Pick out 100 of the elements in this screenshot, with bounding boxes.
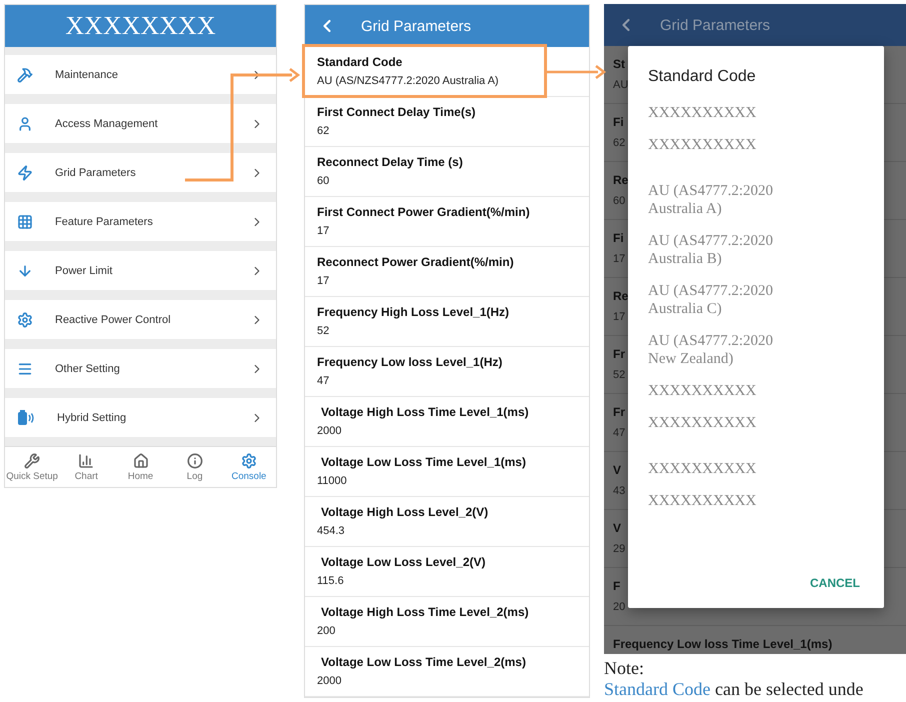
- parameter-row[interactable]: Voltage High Loss Time Level_1(ms) 2000: [305, 397, 589, 447]
- parameter-label: Fi: [613, 230, 624, 246]
- parameter-label: Re: [613, 288, 628, 304]
- bar-chart-icon: [78, 452, 94, 468]
- dialog-option[interactable]: AU (AS4777.2:2020 Australia B): [648, 232, 798, 268]
- info-icon: [186, 452, 203, 468]
- parameter-value: 60: [613, 194, 626, 209]
- home-icon: [132, 452, 148, 468]
- menu-item[interactable]: Grid Parameters: [5, 153, 276, 192]
- nav-tab[interactable]: Quick Setup: [5, 447, 60, 487]
- menu-label: Grid Parameters: [55, 166, 137, 178]
- parameter-row[interactable]: Frequency High Loss Level_1(Hz) 52: [305, 297, 589, 347]
- parameter-label: V: [613, 520, 622, 536]
- cancel-button[interactable]: CANCEL: [806, 570, 864, 596]
- parameter-value: 2000: [317, 424, 342, 439]
- parameter-label: Reconnect Delay Time (s): [317, 154, 464, 170]
- grid-icon: [17, 214, 33, 230]
- hammer-icon: [17, 66, 33, 82]
- nav-tab[interactable]: Home: [113, 447, 168, 487]
- menu-label: Access Management: [55, 118, 159, 130]
- parameter-label: Voltage High Loss Level_2(V): [320, 504, 490, 520]
- note-text: Standard Code can be selected unde: [604, 678, 864, 700]
- parameter-value: 52: [317, 324, 330, 339]
- nav-label: Home: [128, 470, 154, 482]
- menu-item[interactable]: Other Setting: [5, 349, 276, 388]
- nav-tab[interactable]: Console: [222, 447, 276, 487]
- parameter-value: 17: [317, 224, 330, 239]
- parameter-row[interactable]: First Connect Delay Time(s) 62: [305, 97, 589, 147]
- screen-title: Grid Parameters: [361, 18, 472, 34]
- dialog-option[interactable]: AU (AS4777.2:2020 New Zealand): [648, 332, 798, 368]
- gear-icon: [240, 452, 257, 468]
- parameter-value: 17: [613, 310, 626, 325]
- parameter-label: Frequency High Loss Level_1(Hz): [317, 304, 510, 320]
- menu-item[interactable]: Feature Parameters: [5, 202, 276, 241]
- parameter-label: Frequency Low loss Time Level_1(ms): [613, 636, 832, 652]
- parameter-label: V: [613, 462, 622, 478]
- nav-label: Chart: [74, 470, 98, 482]
- dialog-option[interactable]: XXXXXXXXXX: [648, 414, 756, 432]
- nav-tab[interactable]: Chart: [59, 447, 114, 487]
- gear-icon: [17, 312, 33, 328]
- parameter-row[interactable]: Voltage Low Loss Time Level_1(ms) 11000: [305, 447, 589, 497]
- battery-signal-icon: [17, 410, 35, 426]
- parameter-row[interactable]: Reconnect Power Gradient(%/min) 17: [305, 247, 589, 297]
- connector-arrow: [547, 65, 606, 79]
- dialog-option[interactable]: XXXXXXXXXX: [648, 136, 756, 154]
- parameter-value: 43: [613, 484, 626, 499]
- user-icon: [17, 116, 33, 132]
- menu-label: Other Setting: [55, 362, 121, 374]
- menu-item[interactable]: Reactive Power Control: [5, 300, 276, 339]
- parameter-row[interactable]: Frequency Low loss Level_1(Hz) 47: [305, 347, 589, 397]
- parameter-label: F: [613, 578, 620, 594]
- dialog-option[interactable]: XXXXXXXXXX: [648, 460, 756, 478]
- parameter-value: 60: [317, 174, 330, 189]
- menu-label: Reactive Power Control: [55, 314, 172, 326]
- parameter-label: St: [613, 56, 625, 72]
- parameter-label: First Connect Power Gradient(%/min): [317, 204, 531, 220]
- parameter-value: 47: [613, 426, 626, 441]
- parameter-label: Voltage High Loss Time Level_2(ms): [320, 604, 530, 620]
- parameter-row[interactable]: Voltage Low Loss Level_2(V) 115.6: [305, 547, 589, 597]
- parameter-label: Voltage High Loss Time Level_1(ms): [320, 404, 530, 420]
- lightning-icon: [17, 164, 33, 180]
- parameter-row[interactable]: First Connect Power Gradient(%/min) 17: [305, 197, 589, 247]
- menu-icon: [17, 360, 33, 376]
- nav-label: Quick Setup: [6, 470, 58, 482]
- parameter-value: 11000: [317, 474, 348, 489]
- menu-item[interactable]: Power Limit: [5, 251, 276, 290]
- menu-label: Maintenance: [55, 68, 119, 80]
- app-title: XXXXXXXX: [64, 11, 217, 41]
- tools-icon: [24, 452, 40, 468]
- parameter-label: Fr: [613, 404, 625, 420]
- parameter-value: 17: [613, 252, 626, 267]
- menu-item[interactable]: Maintenance: [5, 55, 276, 94]
- parameter-label: Fr: [613, 346, 625, 362]
- note-heading: Note:: [604, 658, 644, 678]
- parameter-row[interactable]: Voltage High Loss Time Level_2(ms) 200: [305, 597, 589, 647]
- menu-label: Feature Parameters: [55, 216, 154, 228]
- parameter-value: 17: [317, 274, 330, 289]
- menu-item[interactable]: Access Management: [5, 104, 276, 143]
- parameter-label: Frequency Low loss Level_1(Hz): [317, 354, 504, 370]
- dialog-option[interactable]: XXXXXXXXXX: [648, 382, 756, 400]
- parameter-row[interactable]: Reconnect Delay Time (s) 60: [305, 147, 589, 197]
- parameter-value: 52: [613, 368, 626, 383]
- dialog-title: Standard Code: [648, 68, 756, 86]
- dialog-option[interactable]: XXXXXXXXXX: [648, 492, 756, 510]
- down-arrow-icon: [17, 262, 33, 278]
- parameter-value: 47: [317, 374, 330, 389]
- parameter-label: Voltage Low Loss Level_2(V): [320, 554, 486, 570]
- nav-tab[interactable]: Log: [168, 447, 222, 487]
- parameter-value: 115.6: [317, 574, 345, 589]
- parameter-row[interactable]: Voltage High Loss Level_2(V) 454.3: [305, 497, 589, 547]
- dialog-option[interactable]: AU (AS4777.2:2020 Australia A): [648, 182, 798, 218]
- nav-label: Log: [186, 470, 203, 482]
- note-link[interactable]: Standard Code: [604, 679, 710, 699]
- parameter-row[interactable]: Standard Code AU (AS/NZS4777.2:2020 Australia A): [305, 47, 589, 97]
- menu-item[interactable]: Hybrid Setting: [5, 398, 276, 437]
- parameter-row[interactable]: Voltage Low Loss Time Level_2(ms) 2000: [305, 647, 589, 697]
- dialog-option[interactable]: AU (AS4777.2:2020 Australia C): [648, 282, 798, 318]
- screen-title: Grid Parameters: [660, 16, 770, 34]
- dialog-option[interactable]: XXXXXXXXXX: [648, 104, 756, 122]
- parameter-value: AU: [613, 78, 628, 93]
